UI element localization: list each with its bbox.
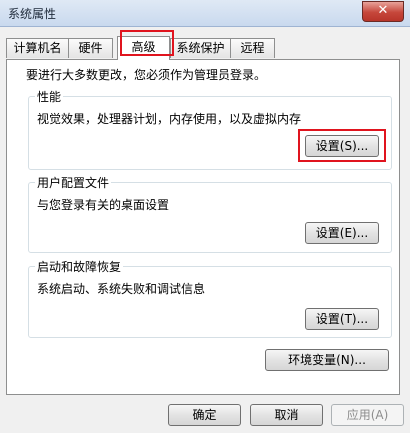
tab-hardware[interactable]: 硬件: [68, 38, 113, 58]
performance-description: 视觉效果，处理器计划，内存使用，以及虚拟内存: [37, 112, 302, 126]
tab-remote[interactable]: 远程: [230, 38, 275, 58]
window-title: 系统属性: [8, 7, 57, 21]
tab-system-protection[interactable]: 系统保护: [170, 38, 231, 58]
dialog-client: 计算机名 硬件 高级 系统保护 远程 要进行大多数更改，您必须作为管理员登录。 …: [0, 27, 410, 433]
settings-button-highlight: [298, 129, 386, 162]
tab-computer-name[interactable]: 计算机名: [6, 38, 69, 58]
startup-recovery-settings-button[interactable]: 设置(T)...: [305, 308, 379, 330]
title-bar: 系统属性 ✕: [0, 0, 410, 27]
advanced-tab-highlight: [120, 30, 174, 56]
user-profiles-title: 用户配置文件: [35, 174, 112, 191]
startup-recovery-description: 系统启动、系统失败和调试信息: [37, 282, 206, 296]
user-profiles-settings-button[interactable]: 设置(E)...: [305, 222, 379, 244]
cancel-button[interactable]: 取消: [250, 404, 323, 426]
close-icon: ✕: [377, 3, 389, 18]
ok-button[interactable]: 确定: [168, 404, 241, 426]
user-profiles-description: 与您登录有关的桌面设置: [37, 198, 170, 212]
close-button[interactable]: ✕: [362, 1, 404, 22]
apply-button[interactable]: 应用(A): [331, 404, 404, 426]
environment-variables-button[interactable]: 环境变量(N)...: [265, 349, 389, 371]
performance-title: 性能: [35, 88, 64, 105]
startup-recovery-title: 启动和故障恢复: [35, 258, 124, 275]
admin-note: 要进行大多数更改，您必须作为管理员登录。: [26, 68, 267, 82]
